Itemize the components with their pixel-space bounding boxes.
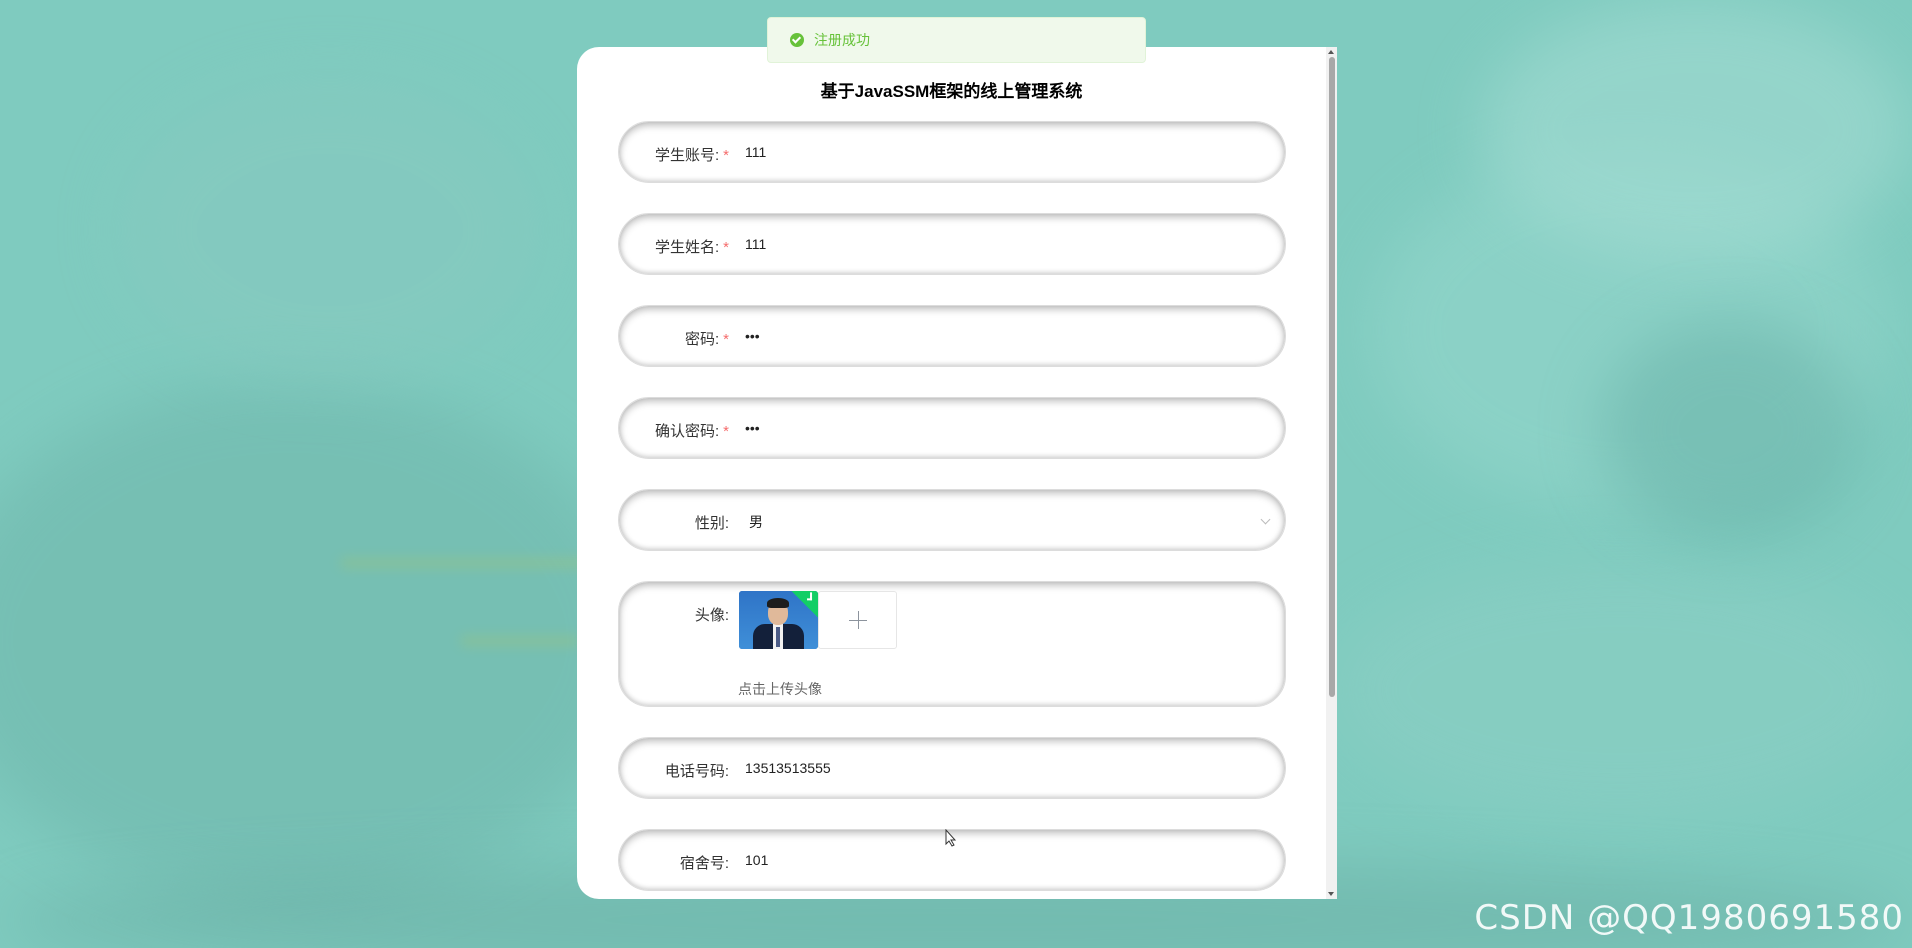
phone-input[interactable] [743,759,1267,777]
avatar-field: 头像: 点击上传头像 [618,581,1286,707]
password-input[interactable] [743,327,1267,345]
scroll-down-icon[interactable] [1328,892,1334,896]
confirm-password-input[interactable] [743,419,1267,437]
student-name-input[interactable] [743,235,1267,253]
avatar-label: 头像: [694,607,729,624]
required-mark: * [723,423,729,440]
phone-field: 电话号码: [618,737,1286,799]
required-mark: * [723,147,729,164]
watermark: CSDN @QQ1980691580 [1474,898,1904,938]
register-panel: 基于JavaSSM框架的线上管理系统 学生账号:* 学生姓名:* 密码:* 确认… [577,47,1337,899]
student-name-label: 学生姓名: [654,239,720,256]
form-title: 基于JavaSSM框架的线上管理系统 [820,82,1083,101]
confirm-password-label: 确认密码: [654,423,720,440]
dorm-input[interactable] [743,851,1267,869]
success-toast: 注册成功 [767,17,1146,63]
dorm-label: 宿舍号: [679,855,729,872]
toast-message: 注册成功 [814,32,870,48]
scroll-up-icon[interactable] [1328,50,1334,54]
gender-select[interactable]: 男 [749,512,763,532]
password-field: 密码: * [618,305,1286,367]
gender-field[interactable]: 性别: 男 [618,489,1286,551]
required-mark: * [723,239,729,256]
check-circle-icon [790,33,804,47]
confirm-password-field: 确认密码: * [618,397,1286,459]
scroll-thumb[interactable] [1329,57,1335,697]
avatar-upload-hint: 点击上传头像 [738,681,822,697]
gender-label: 性别: [694,515,729,532]
required-mark: * [723,331,729,348]
scrollbar[interactable] [1326,47,1337,899]
mouse-cursor-icon [945,829,957,847]
upload-plus-button[interactable] [818,591,897,649]
phone-label: 电话号码: [664,763,729,780]
student-account-label: 学生账号: [654,147,720,164]
student-account-field: 学生账号: * [618,121,1286,183]
student-name-field: 学生姓名: * [618,213,1286,275]
chevron-down-icon[interactable] [1260,514,1271,525]
password-label: 密码: [684,331,720,348]
avatar-thumbnail[interactable] [739,591,818,649]
student-account-input[interactable] [743,143,1267,161]
